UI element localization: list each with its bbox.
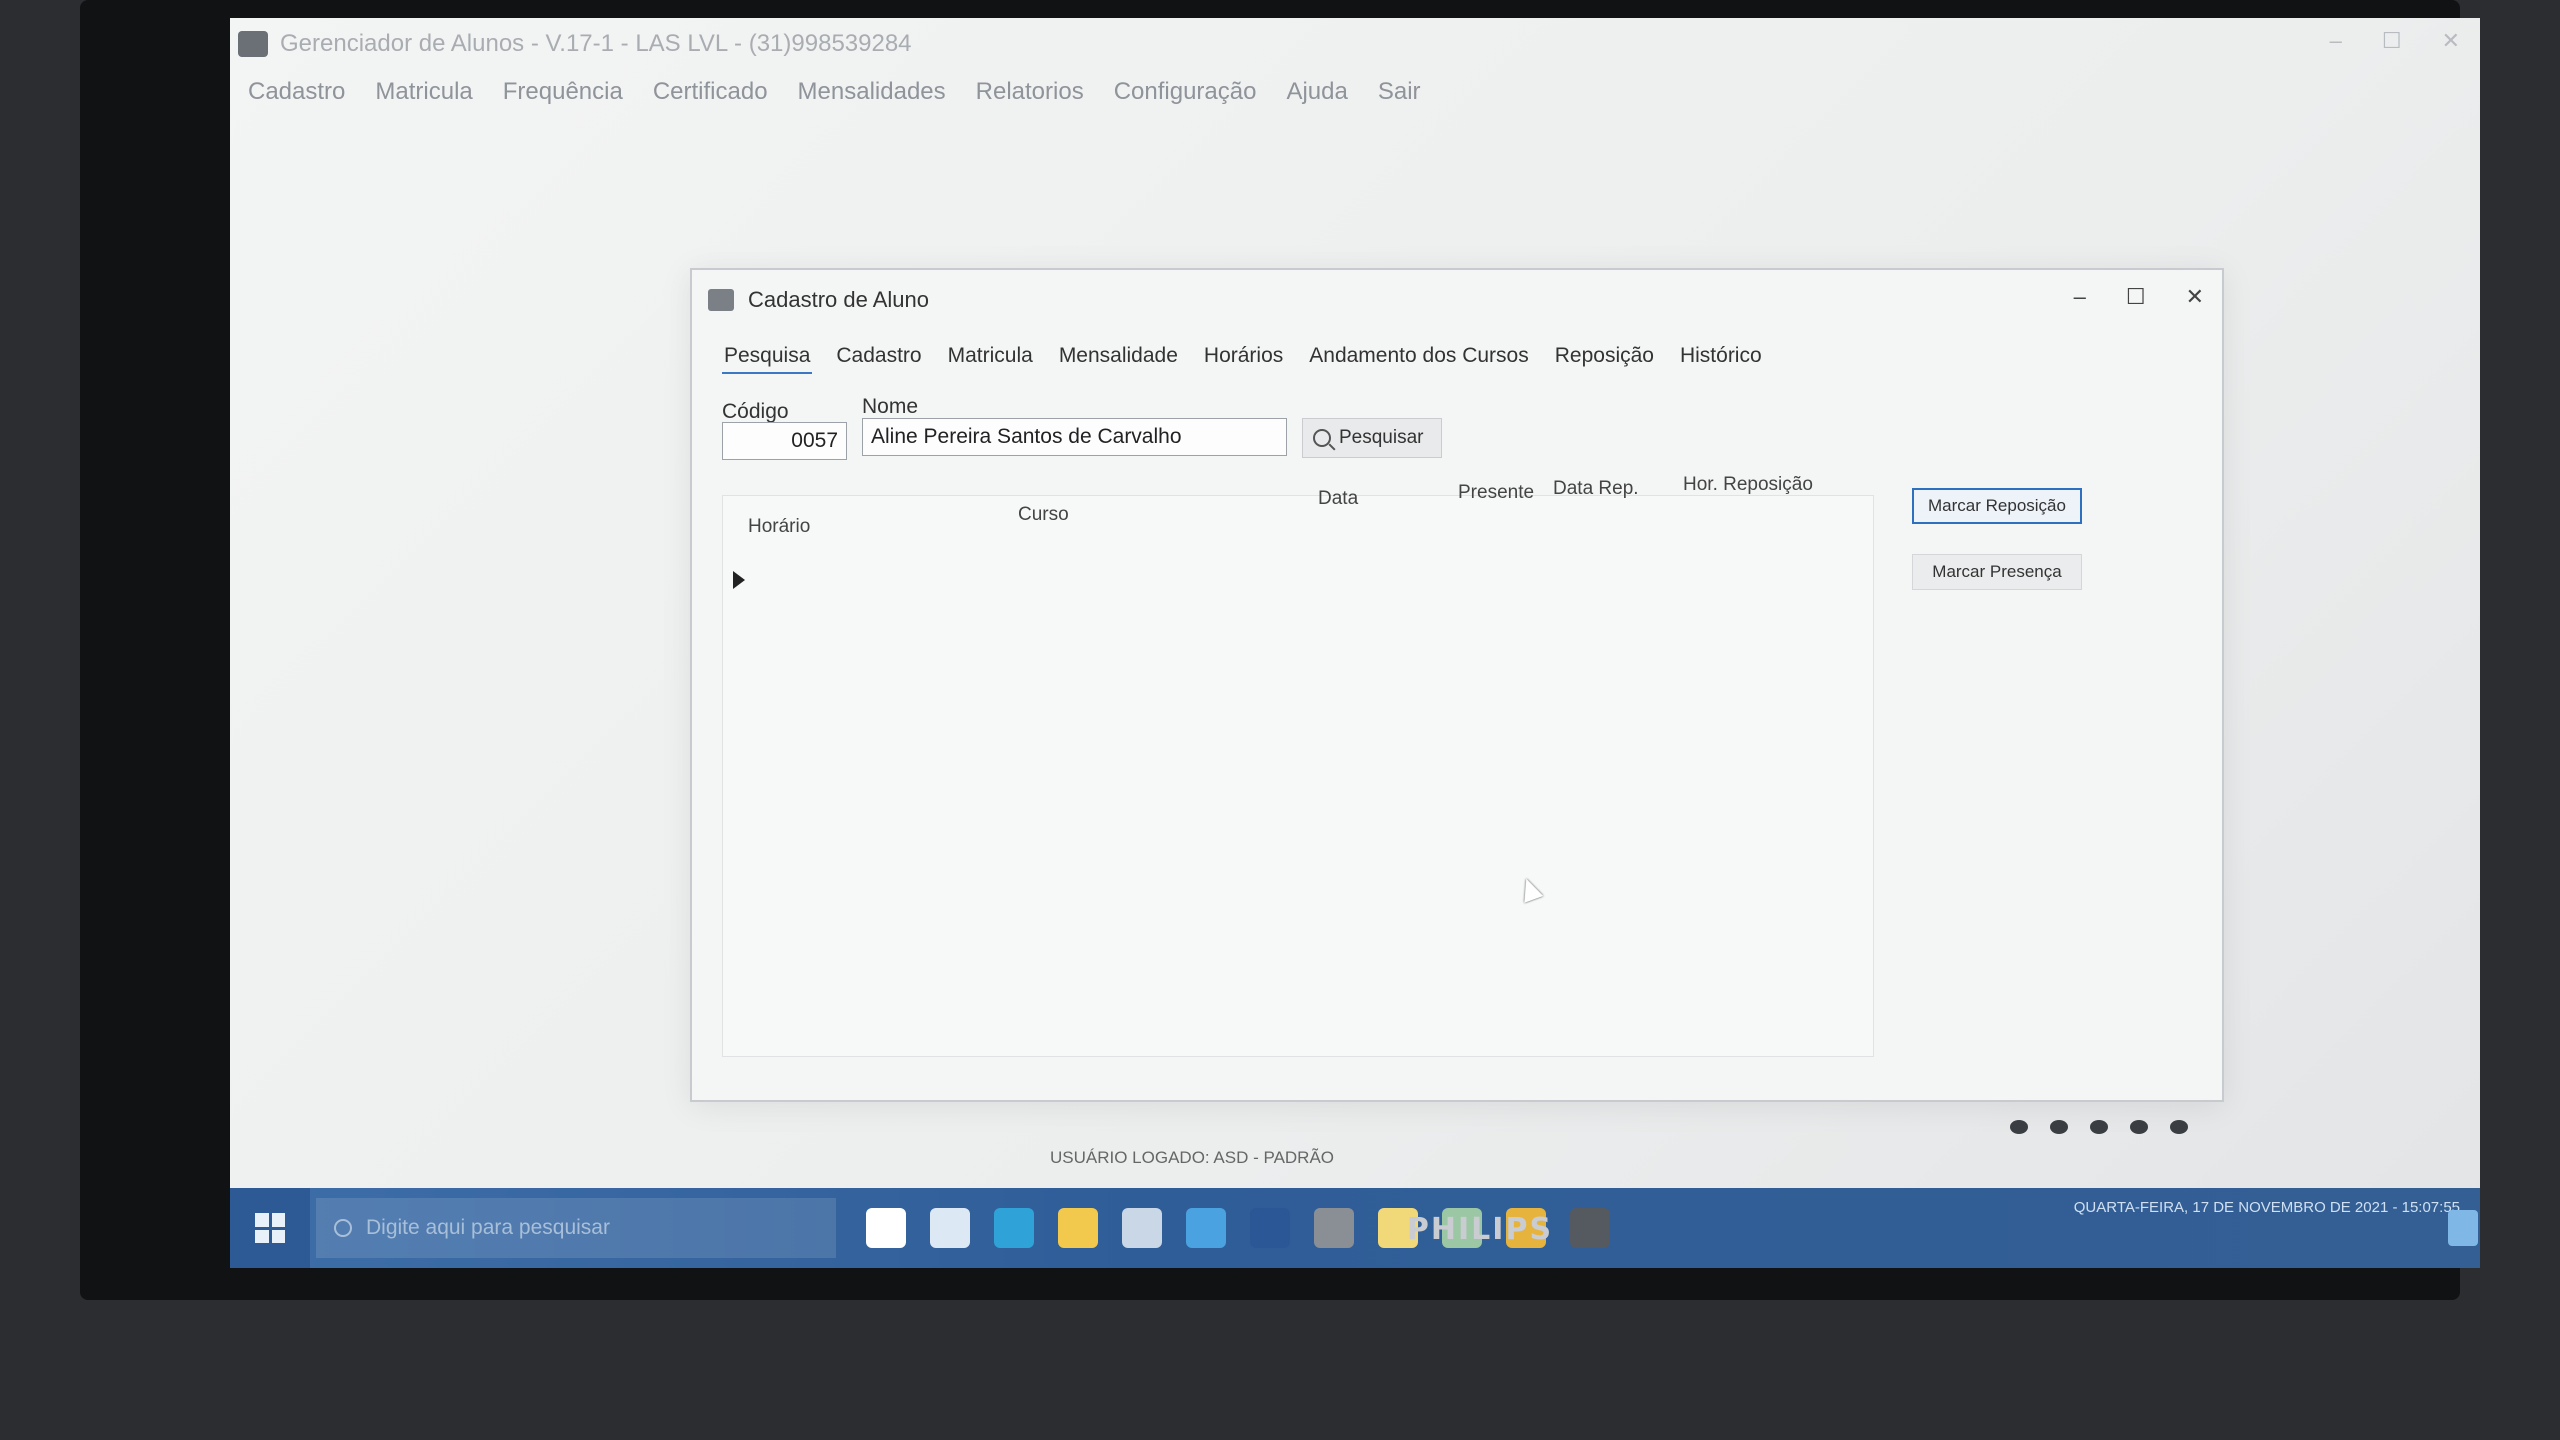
search-button-label: Pesquisar: [1339, 427, 1424, 448]
notification-icon[interactable]: [2448, 1210, 2478, 1246]
mark-replacement-button[interactable]: Marcar Reposição: [1912, 488, 2082, 524]
maximize-icon[interactable]: ☐: [2382, 28, 2402, 54]
tab-mensalidade[interactable]: Mensalidade: [1057, 340, 1180, 374]
system-tray: QUARTA-FEIRA, 17 DE NOVEMBRO DE 2021 - 1…: [2074, 1198, 2460, 1218]
monitor-bezel: Gerenciador de Alunos - V.17-1 - LAS LVL…: [80, 0, 2480, 1300]
windows-logo-icon: [255, 1213, 285, 1243]
tray-datetime: QUARTA-FEIRA, 17 DE NOVEMBRO DE 2021 - 1…: [2073, 1199, 2460, 1216]
app-title: Gerenciador de Alunos - V.17-1 - LAS LVL…: [280, 30, 912, 57]
column-header-curso[interactable]: Curso: [1018, 504, 1069, 526]
menu-mensalidades[interactable]: Mensalidades: [798, 78, 946, 118]
dialog-app-icon: [708, 289, 734, 311]
menu-frequencia[interactable]: Frequência: [503, 78, 623, 118]
column-header-data[interactable]: Data: [1318, 488, 1358, 510]
taskbar-search-placeholder: Digite aqui para pesquisar: [366, 1216, 610, 1239]
menu-ajuda[interactable]: Ajuda: [1286, 78, 1347, 118]
codigo-field[interactable]: [722, 422, 847, 460]
column-header-horario[interactable]: Horário: [748, 516, 810, 538]
dialog-maximize-icon[interactable]: ☐: [2126, 284, 2146, 310]
menu-configuracao[interactable]: Configuração: [1114, 78, 1257, 118]
dialog-close-icon[interactable]: ✕: [2186, 284, 2204, 310]
search-button[interactable]: Pesquisar: [1302, 418, 1442, 458]
student-registration-dialog: Cadastro de Aluno – ☐ ✕ Pesquisa Cadastr…: [690, 268, 2224, 1102]
dialog-tabs: Pesquisa Cadastro Matricula Mensalidade …: [722, 340, 1764, 374]
store-icon[interactable]: [1122, 1208, 1162, 1248]
tab-andamento-dos-cursos[interactable]: Andamento dos Cursos: [1307, 340, 1530, 374]
monitor-button-icon[interactable]: [2130, 1120, 2148, 1134]
monitor-button-icon[interactable]: [2010, 1120, 2028, 1134]
column-header-hor-reposicao[interactable]: Hor. Reposição: [1683, 474, 1813, 496]
edge-icon[interactable]: [994, 1208, 1034, 1248]
menu-cadastro[interactable]: Cadastro: [248, 78, 345, 118]
dialog-minimize-icon[interactable]: –: [2074, 284, 2086, 310]
monitor-button-icon[interactable]: [2050, 1120, 2068, 1134]
taskbar: Digite aqui para pesquisar QUARTA-FEIRA,…: [230, 1188, 2480, 1268]
search-icon: [334, 1219, 352, 1237]
row-indicator-arrow-icon: [733, 571, 745, 589]
tab-cadastro[interactable]: Cadastro: [834, 340, 923, 374]
dialog-window-controls: – ☐ ✕: [2074, 284, 2204, 310]
file-explorer-icon[interactable]: [1058, 1208, 1098, 1248]
cortana-icon[interactable]: [866, 1208, 906, 1248]
tab-reposicao[interactable]: Reposição: [1553, 340, 1656, 374]
tab-historico[interactable]: Histórico: [1678, 340, 1764, 374]
codigo-label: Código: [722, 400, 789, 423]
app-icon: [238, 31, 268, 57]
start-button[interactable]: [230, 1188, 310, 1268]
search-icon: [1313, 429, 1331, 447]
column-header-presente[interactable]: Presente: [1458, 482, 1534, 504]
word-icon[interactable]: [1250, 1208, 1290, 1248]
monitor-brand-logo: PHILIPS: [1406, 1212, 1554, 1247]
dialog-title: Cadastro de Aluno: [748, 287, 930, 312]
app-window-controls: – ☐ ✕: [2330, 28, 2460, 54]
student-manager-icon[interactable]: [1314, 1208, 1354, 1248]
schedule-grid[interactable]: Horário Curso Data Presente Data Rep. Ho…: [722, 474, 1874, 1057]
menu-matricula[interactable]: Matricula: [375, 78, 472, 118]
menu-certificado[interactable]: Certificado: [653, 78, 768, 118]
task-view-icon[interactable]: [930, 1208, 970, 1248]
tab-pesquisa[interactable]: Pesquisa: [722, 340, 813, 374]
app-menubar: Cadastro Matricula Frequência Certificad…: [230, 78, 1421, 118]
tab-horarios[interactable]: Horários: [1202, 340, 1285, 374]
nome-field[interactable]: [862, 418, 1287, 456]
column-header-data-rep[interactable]: Data Rep.: [1553, 478, 1639, 500]
menu-sair[interactable]: Sair: [1378, 78, 1421, 118]
mail-icon[interactable]: [1186, 1208, 1226, 1248]
taskbar-search-box[interactable]: Digite aqui para pesquisar: [316, 1198, 836, 1258]
minimize-icon[interactable]: –: [2330, 28, 2342, 54]
mark-presence-button[interactable]: Marcar Presença: [1912, 554, 2082, 590]
dialog-titlebar: Cadastro de Aluno – ☐ ✕: [692, 270, 2222, 330]
power-button-icon[interactable]: [2170, 1120, 2188, 1134]
logged-user-status: USUÁRIO LOGADO: ASD - PADRÃO: [1050, 1148, 1335, 1167]
tab-matricula[interactable]: Matricula: [946, 340, 1035, 374]
monitor-button-icon[interactable]: [2090, 1120, 2108, 1134]
screen: Gerenciador de Alunos - V.17-1 - LAS LVL…: [230, 18, 2480, 1268]
close-icon[interactable]: ✕: [2442, 28, 2460, 54]
menu-relatorios[interactable]: Relatorios: [976, 78, 1084, 118]
nome-label: Nome: [862, 395, 919, 418]
monitor-buttons: [2010, 1120, 2188, 1134]
app-titlebar: Gerenciador de Alunos - V.17-1 - LAS LVL…: [230, 18, 2480, 70]
